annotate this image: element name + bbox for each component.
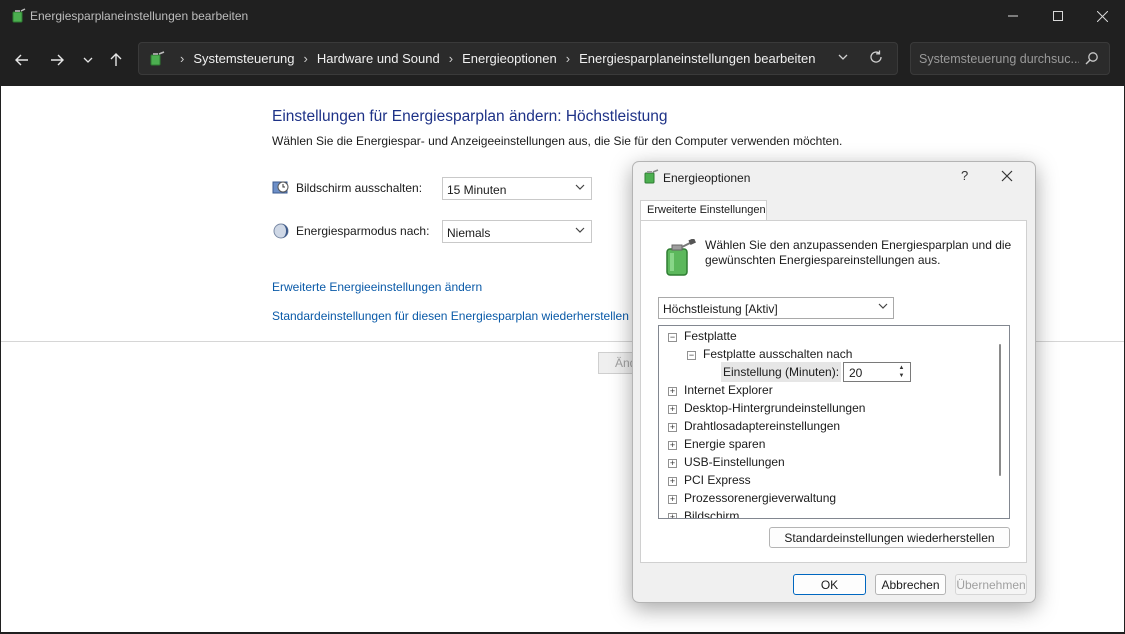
breadcrumb-item-hardware-und-sound[interactable]: Hardware und Sound	[317, 51, 440, 66]
power-plan-select[interactable]: Höchstleistung [Aktiv]	[658, 297, 894, 319]
help-button[interactable]: ?	[961, 168, 968, 183]
collapse-icon[interactable]: −	[687, 351, 696, 360]
display-off-select[interactable]: 15 Minuten	[442, 177, 592, 200]
recent-locations-button[interactable]	[74, 46, 102, 74]
dialog-close-button[interactable]	[1001, 165, 1013, 187]
battery-plug-icon	[666, 239, 696, 276]
page-title: Einstellungen für Energiesparplan ändern…	[272, 108, 668, 125]
title-bar: Energiesparplaneinstellungen bearbeiten	[0, 0, 1125, 32]
page-subtitle: Wählen Sie die Energiespar- und Anzeigee…	[272, 134, 843, 148]
maximize-icon	[1053, 11, 1063, 21]
stepper-up-icon[interactable]: ▲	[894, 364, 909, 372]
expand-icon[interactable]: +	[668, 423, 677, 432]
search-input[interactable]: Systemsteuerung durchsuc...	[910, 42, 1110, 75]
chevron-right-icon[interactable]: ›	[566, 51, 570, 66]
breadcrumb: › Systemsteuerung › Hardware und Sound ›…	[171, 51, 815, 66]
display-off-value: 15 Minuten	[447, 183, 507, 197]
search-placeholder: Systemsteuerung durchsuc...	[919, 52, 1079, 66]
up-button[interactable]	[102, 46, 130, 74]
expand-icon[interactable]: +	[668, 405, 677, 414]
close-window-button[interactable]	[1079, 0, 1125, 32]
tree-scrollbar[interactable]	[999, 344, 1001, 476]
refresh-button[interactable]	[869, 50, 883, 67]
expand-icon[interactable]: +	[668, 441, 677, 450]
dialog-description: Wählen Sie den anzupassenden Energiespar…	[705, 238, 1012, 267]
ok-button[interactable]: OK	[793, 574, 866, 595]
chevron-down-icon	[878, 303, 888, 309]
chevron-down-icon	[575, 184, 585, 190]
back-button[interactable]	[8, 46, 36, 74]
stepper-down-icon[interactable]: ▼	[894, 372, 909, 380]
collapse-icon[interactable]: −	[668, 333, 677, 342]
chevron-right-icon: ›	[180, 51, 185, 66]
navigation-bar: › Systemsteuerung › Hardware und Sound ›…	[0, 32, 1125, 86]
address-bar[interactable]: › Systemsteuerung › Hardware und Sound ›…	[138, 42, 898, 75]
chevron-right-icon[interactable]: ›	[449, 51, 453, 66]
tree-item-festplatte[interactable]: Festplatte	[684, 329, 737, 343]
tree-item-desktop-hintergrund[interactable]: Desktop-Hintergrundeinstellungen	[684, 401, 865, 415]
expand-icon[interactable]: +	[668, 387, 677, 396]
chevron-down-icon	[83, 57, 93, 63]
address-history-button[interactable]	[837, 51, 849, 66]
arrow-up-icon	[110, 53, 122, 66]
refresh-icon	[870, 50, 882, 63]
chevron-down-icon	[838, 54, 848, 60]
monitor-clock-icon	[272, 181, 289, 194]
tree-item-bildschirm[interactable]: Bildschirm	[684, 509, 739, 518]
breadcrumb-item-energieoptionen[interactable]: Energieoptionen	[462, 51, 557, 66]
setting-minutes-label: Einstellung (Minuten):	[721, 362, 842, 382]
restore-defaults-link[interactable]: Standardeinstellungen für diesen Energie…	[272, 309, 629, 323]
moon-icon	[273, 223, 289, 239]
forward-button[interactable]	[43, 46, 71, 74]
tab-panel: Wählen Sie den anzupassenden Energiespar…	[640, 220, 1027, 563]
arrow-right-icon	[51, 54, 64, 66]
advanced-settings-link[interactable]: Erweiterte Energieeinstellungen ändern	[272, 280, 482, 294]
minutes-stepper[interactable]: 20 ▲ ▼	[843, 362, 911, 382]
tab-advanced-settings[interactable]: Erweiterte Einstellungen	[640, 200, 767, 221]
sleep-label: Energiesparmodus nach:	[296, 224, 430, 238]
stepper-buttons: ▲ ▼	[894, 364, 909, 380]
tree-item-pci-express[interactable]: PCI Express	[684, 473, 751, 487]
power-options-icon	[644, 169, 659, 184]
cancel-button[interactable]: Abbrechen	[875, 574, 946, 595]
tree-item-drahtlosadapter[interactable]: Drahtlosadaptereinstellungen	[684, 419, 840, 433]
power-options-dialog: Energieoptionen ? Erweiterte Einstellung…	[632, 161, 1036, 603]
power-plan-value: Höchstleistung [Aktiv]	[663, 302, 778, 316]
expand-icon[interactable]: +	[668, 477, 677, 486]
tree-item-festplatte-ausschalten[interactable]: Festplatte ausschalten nach	[703, 347, 852, 361]
search-icon[interactable]	[1085, 51, 1099, 65]
chevron-right-icon[interactable]: ›	[304, 51, 308, 66]
minutes-value[interactable]: 20	[849, 366, 862, 380]
breadcrumb-item-systemsteuerung[interactable]: Systemsteuerung	[193, 51, 294, 66]
sleep-select[interactable]: Niemals	[442, 220, 592, 243]
dialog-title: Energieoptionen	[663, 171, 751, 185]
tree-item-energie-sparen[interactable]: Energie sparen	[684, 437, 765, 451]
window-title: Energiesparplaneinstellungen bearbeiten	[30, 9, 249, 23]
sleep-value: Niemals	[447, 226, 491, 240]
chevron-down-icon	[575, 227, 585, 233]
breadcrumb-item-current[interactable]: Energiesparplaneinstellungen bearbeiten	[579, 51, 815, 66]
restore-defaults-button[interactable]: Standardeinstellungen wiederherstellen	[769, 527, 1010, 548]
close-icon	[1001, 170, 1013, 182]
tree-item-usb-einstellungen[interactable]: USB-Einstellungen	[684, 455, 785, 469]
maximize-button[interactable]	[1035, 0, 1081, 32]
power-options-icon	[150, 51, 165, 66]
expand-icon[interactable]: +	[668, 495, 677, 504]
settings-tree[interactable]: − Festplatte − Festplatte ausschalten na…	[658, 325, 1010, 519]
apply-button[interactable]: Übernehmen	[955, 574, 1027, 595]
tree-item-internet-explorer[interactable]: Internet Explorer	[684, 383, 773, 397]
power-options-icon	[12, 8, 26, 23]
tree-item-prozessorenergieverwaltung[interactable]: Prozessorenergieverwaltung	[684, 491, 836, 505]
close-icon	[1096, 10, 1108, 22]
minimize-icon	[1008, 15, 1018, 17]
minimize-button[interactable]	[990, 0, 1036, 32]
expand-icon[interactable]: +	[668, 513, 677, 518]
display-off-label: Bildschirm ausschalten:	[296, 181, 423, 195]
expand-icon[interactable]: +	[668, 459, 677, 468]
arrow-left-icon	[15, 54, 28, 66]
